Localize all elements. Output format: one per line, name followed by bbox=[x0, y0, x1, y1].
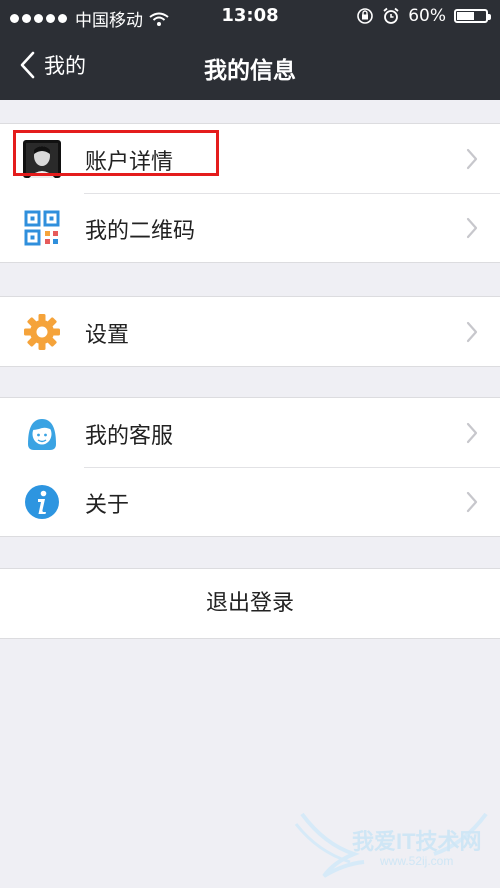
battery-icon bbox=[454, 9, 491, 23]
menu-item-my-qr-code[interactable]: 我的二维码 bbox=[0, 193, 500, 262]
menu-group-settings: 设置 bbox=[0, 296, 500, 367]
menu-item-label: 我的二维码 bbox=[85, 219, 196, 244]
chevron-right-icon bbox=[466, 491, 478, 513]
menu-item-label: 我的客服 bbox=[85, 424, 174, 449]
gear-icon bbox=[24, 314, 60, 350]
watermark-text: 我爱IT技术网 bbox=[352, 829, 482, 854]
chevron-right-icon bbox=[466, 422, 478, 444]
menu-item-label: 设置 bbox=[85, 323, 130, 348]
info-icon bbox=[25, 485, 59, 519]
menu-item-label: 关于 bbox=[85, 493, 130, 518]
logout-button[interactable]: 退出登录 bbox=[0, 568, 500, 639]
menu-group-help: 我的客服 关于 bbox=[0, 397, 500, 537]
battery-percent: 60% bbox=[408, 6, 446, 26]
menu-item-customer-service[interactable]: 我的客服 bbox=[0, 398, 500, 467]
highlight-box bbox=[13, 130, 219, 176]
page-title: 我的信息 bbox=[204, 58, 296, 84]
menu-item-settings[interactable]: 设置 bbox=[0, 297, 500, 366]
battery-level-fill bbox=[457, 12, 474, 20]
chevron-right-icon bbox=[466, 148, 478, 170]
nav-bar: 我的 我的信息 bbox=[0, 32, 500, 100]
alarm-icon bbox=[383, 7, 399, 24]
menu-item-account-details[interactable]: 账户详情 bbox=[0, 124, 500, 193]
qr-code-icon bbox=[24, 210, 60, 246]
chevron-right-icon bbox=[466, 321, 478, 343]
status-right: 60% bbox=[356, 6, 491, 26]
watermark: 我爱IT技术网 www.52ij.com bbox=[294, 804, 494, 884]
watermark-url: www.52ij.com bbox=[380, 854, 454, 868]
customer-service-icon bbox=[28, 419, 56, 450]
menu-group-account: 账户详情 我的二维码 bbox=[0, 123, 500, 263]
chevron-right-icon bbox=[466, 217, 478, 239]
orientation-lock-icon bbox=[357, 8, 374, 24]
status-bar: 中国移动 13:08 60% bbox=[0, 0, 500, 32]
menu-item-about[interactable]: 关于 bbox=[0, 467, 500, 536]
